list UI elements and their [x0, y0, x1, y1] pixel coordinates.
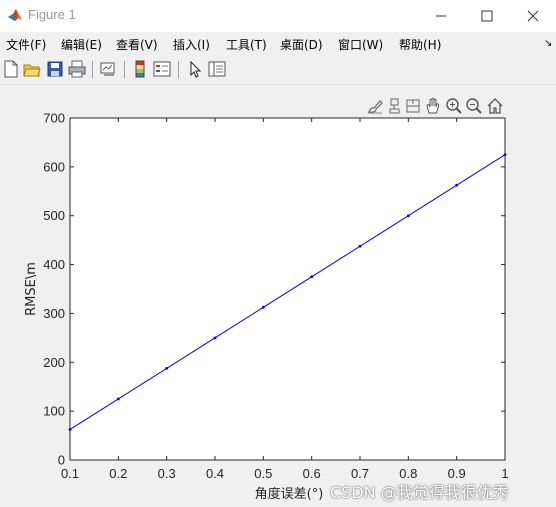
y-axis-label: RMSE\m — [24, 262, 39, 316]
data-point — [261, 305, 265, 309]
y-tick-label: 0 — [58, 453, 65, 468]
data-point — [68, 428, 72, 431]
data-point — [406, 214, 410, 218]
y-tick-label: 500 — [43, 208, 65, 223]
axes-box[interactable] — [69, 117, 506, 461]
data-point — [503, 153, 507, 157]
data-point — [358, 244, 362, 248]
x-tick-label: 0.6 — [303, 466, 321, 481]
y-tick-label: 400 — [43, 257, 65, 272]
y-tick-label: 600 — [43, 159, 65, 174]
x-tick-label: 0.3 — [158, 466, 176, 481]
x-tick-label: 0.2 — [109, 466, 127, 481]
data-point — [213, 336, 217, 340]
watermark-text: CSDN @我觉得我很优秀 — [330, 483, 509, 502]
y-tick-label: 700 — [43, 111, 65, 126]
x-tick-label: 0.1 — [61, 466, 79, 481]
x-tick-label: 0.4 — [206, 466, 224, 481]
data-point — [165, 366, 169, 370]
data-point — [455, 183, 459, 187]
x-tick-label: 0.5 — [254, 466, 272, 481]
axes[interactable]: 0.1 0.2 0.3 0.4 0.5 0.6 0.7 0.8 0.9 1010020030040… — [43, 111, 508, 482]
y-tick-label: 300 — [43, 306, 65, 321]
x-axis-label: 角度误差(°) — [255, 486, 324, 502]
plot-svg: 0.1 0.2 0.3 0.4 0.5 0.6 0.7 0.8 0.9 1010020030040… — [24, 111, 509, 503]
data-point — [116, 397, 120, 401]
data-point — [310, 275, 314, 279]
y-tick-label: 200 — [43, 355, 65, 370]
y-tick-label: 100 — [43, 404, 65, 419]
